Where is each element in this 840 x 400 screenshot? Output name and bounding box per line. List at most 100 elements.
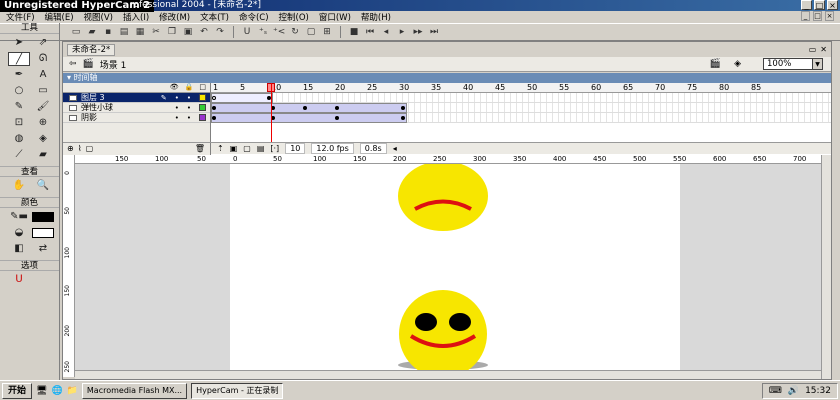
tray-icon[interactable]: 🔊 [788, 386, 799, 396]
chevron-down-icon[interactable]: ▼ [812, 58, 823, 70]
sad-face-ball[interactable] [398, 164, 488, 231]
subselect-tool-icon[interactable]: ⇗ [32, 36, 54, 50]
keyframe[interactable] [335, 116, 339, 120]
copy-icon[interactable]: ❐ [166, 26, 178, 38]
straighten-icon[interactable]: ⁺< [273, 26, 285, 38]
menu-commands[interactable]: 命令(C) [239, 11, 269, 23]
keyframe[interactable] [212, 106, 216, 110]
menu-modify[interactable]: 修改(M) [159, 11, 190, 23]
stroke-swatch[interactable] [32, 212, 54, 222]
outline-icon[interactable]: □ [199, 83, 206, 92]
scale-icon[interactable]: ▢ [305, 26, 317, 38]
eye-icon[interactable]: 👁 [170, 83, 179, 92]
edit-symbol-icon[interactable]: ◈ [734, 59, 741, 69]
keyframe[interactable] [401, 106, 405, 110]
menu-control[interactable]: 控制(O) [279, 11, 309, 23]
horizontal-scrollbar[interactable] [75, 370, 831, 379]
eraser-tool-icon[interactable]: ▰ [32, 148, 54, 162]
stroke-color-icon[interactable]: ✎▬ [8, 210, 30, 224]
doc-restore-button[interactable]: □ [813, 11, 822, 21]
menu-edit[interactable]: 编辑(E) [45, 11, 74, 23]
close-button[interactable]: × [827, 0, 838, 10]
print-icon[interactable]: ▤ [118, 26, 130, 38]
black-white-icon[interactable]: ◧ [8, 242, 30, 256]
paint-bucket-tool-icon[interactable]: ◈ [32, 132, 54, 146]
task-flash[interactable]: Macromedia Flash MX... [81, 382, 188, 399]
keyframe[interactable] [212, 116, 216, 120]
lock-dot[interactable]: • [187, 103, 191, 113]
scene-label[interactable]: 场景 1 [100, 58, 127, 71]
motion-tween[interactable] [211, 113, 407, 123]
center-frame-icon[interactable]: ⇡ [217, 144, 224, 153]
onion-outline-icon[interactable]: ▢ [243, 144, 251, 153]
back-arrow-icon[interactable]: ⇦ [69, 59, 77, 69]
lasso-tool-icon[interactable]: ᘏ [32, 52, 54, 66]
oval-tool-icon[interactable]: ○ [8, 84, 30, 98]
layer-color-swatch[interactable] [199, 94, 206, 101]
paste-icon[interactable]: ▣ [182, 26, 194, 38]
eyedropper-tool-icon[interactable]: ⟋ [8, 148, 30, 162]
menu-window[interactable]: 窗口(W) [319, 11, 351, 23]
quicklaunch-icon[interactable]: 📁 [67, 386, 78, 396]
hand-tool-icon[interactable]: ✋ [8, 179, 30, 193]
onion-skin-icon[interactable]: ▣ [230, 144, 238, 153]
open-folder-icon[interactable]: ▰ [86, 26, 98, 38]
frame-row[interactable] [211, 93, 831, 103]
layer-row[interactable]: 弹性小球 • • [63, 103, 210, 113]
frame-span[interactable] [211, 93, 273, 103]
lock-dot[interactable]: • [187, 113, 191, 123]
onion-markers-icon[interactable]: [·] [270, 144, 279, 153]
maximize-button[interactable]: □ [814, 0, 825, 10]
text-tool-icon[interactable]: A [32, 68, 54, 82]
quicklaunch-icon[interactable]: 🖥 [36, 386, 47, 396]
add-guide-icon[interactable]: ⌇ [78, 144, 82, 153]
undo-icon[interactable]: ↶ [198, 26, 210, 38]
rotate-icon[interactable]: ↻ [289, 26, 301, 38]
start-button[interactable]: 开始 [2, 382, 33, 399]
pen-tool-icon[interactable]: ✒ [8, 68, 30, 82]
step-forward-icon[interactable]: ▸▸ [412, 26, 424, 38]
menu-help[interactable]: 帮助(H) [361, 11, 391, 23]
vertical-scrollbar[interactable] [821, 155, 831, 379]
smooth-icon[interactable]: ⁺ₛ [257, 26, 269, 38]
doc-minimize-button[interactable]: _ [801, 11, 810, 21]
motion-tween[interactable] [211, 103, 407, 113]
layer-color-swatch[interactable] [199, 114, 206, 121]
frame-row[interactable] [211, 113, 831, 123]
frame-row[interactable] [211, 103, 831, 113]
step-back-icon[interactable]: ◂ [380, 26, 392, 38]
pencil-tool-icon[interactable]: ✎ [8, 100, 30, 114]
lock-dot[interactable]: • [187, 93, 191, 103]
fill-transform-tool-icon[interactable]: ⊕ [32, 116, 54, 130]
arrow-tool-icon[interactable]: ➤ [8, 36, 30, 50]
keyframe[interactable] [335, 106, 339, 110]
zoom-tool-icon[interactable]: 🔍 [32, 179, 54, 193]
print-preview-icon[interactable]: ▦ [134, 26, 146, 38]
align-icon[interactable]: ⊞ [321, 26, 333, 38]
swap-colors-icon[interactable]: ⇄ [32, 242, 54, 256]
edit-scene-icon[interactable]: 🎬 [710, 59, 721, 69]
line-tool-icon[interactable]: ╱ [8, 52, 30, 66]
doc-close-icon[interactable]: ✕ [820, 45, 827, 54]
task-hypercam[interactable]: HyperCam - 正在录制 [191, 382, 284, 399]
save-icon[interactable]: ▪ [102, 26, 114, 38]
layer-color-swatch[interactable] [199, 104, 206, 111]
document-tab[interactable]: 未命名-2* [67, 44, 116, 56]
doc-close-button[interactable]: × [825, 11, 834, 21]
menu-text[interactable]: 文本(T) [200, 11, 229, 23]
visibility-dot[interactable]: • [175, 103, 179, 113]
keyframe[interactable] [303, 106, 307, 110]
edit-multiple-icon[interactable]: ▤ [257, 144, 265, 153]
timeline-header[interactable]: ▾ 时间轴 [63, 73, 831, 83]
layer-row[interactable]: 图层 3 ✎ • • [63, 93, 210, 103]
ink-bottle-tool-icon[interactable]: ◍ [8, 132, 30, 146]
timeline-scroll-left[interactable]: ◂ [393, 144, 397, 153]
smiley-face-ball[interactable] [399, 290, 487, 370]
lock-icon[interactable]: 🔒 [185, 83, 194, 92]
quicklaunch-icon[interactable]: 🌐 [51, 386, 62, 396]
rectangle-tool-icon[interactable]: ▭ [32, 84, 54, 98]
minimize-button[interactable]: _ [801, 0, 812, 10]
snap-magnet-icon[interactable]: ᑌ [241, 26, 253, 38]
tray-icon[interactable]: ⌨ [769, 386, 782, 396]
add-layer-icon[interactable]: ⊕ [67, 144, 74, 153]
